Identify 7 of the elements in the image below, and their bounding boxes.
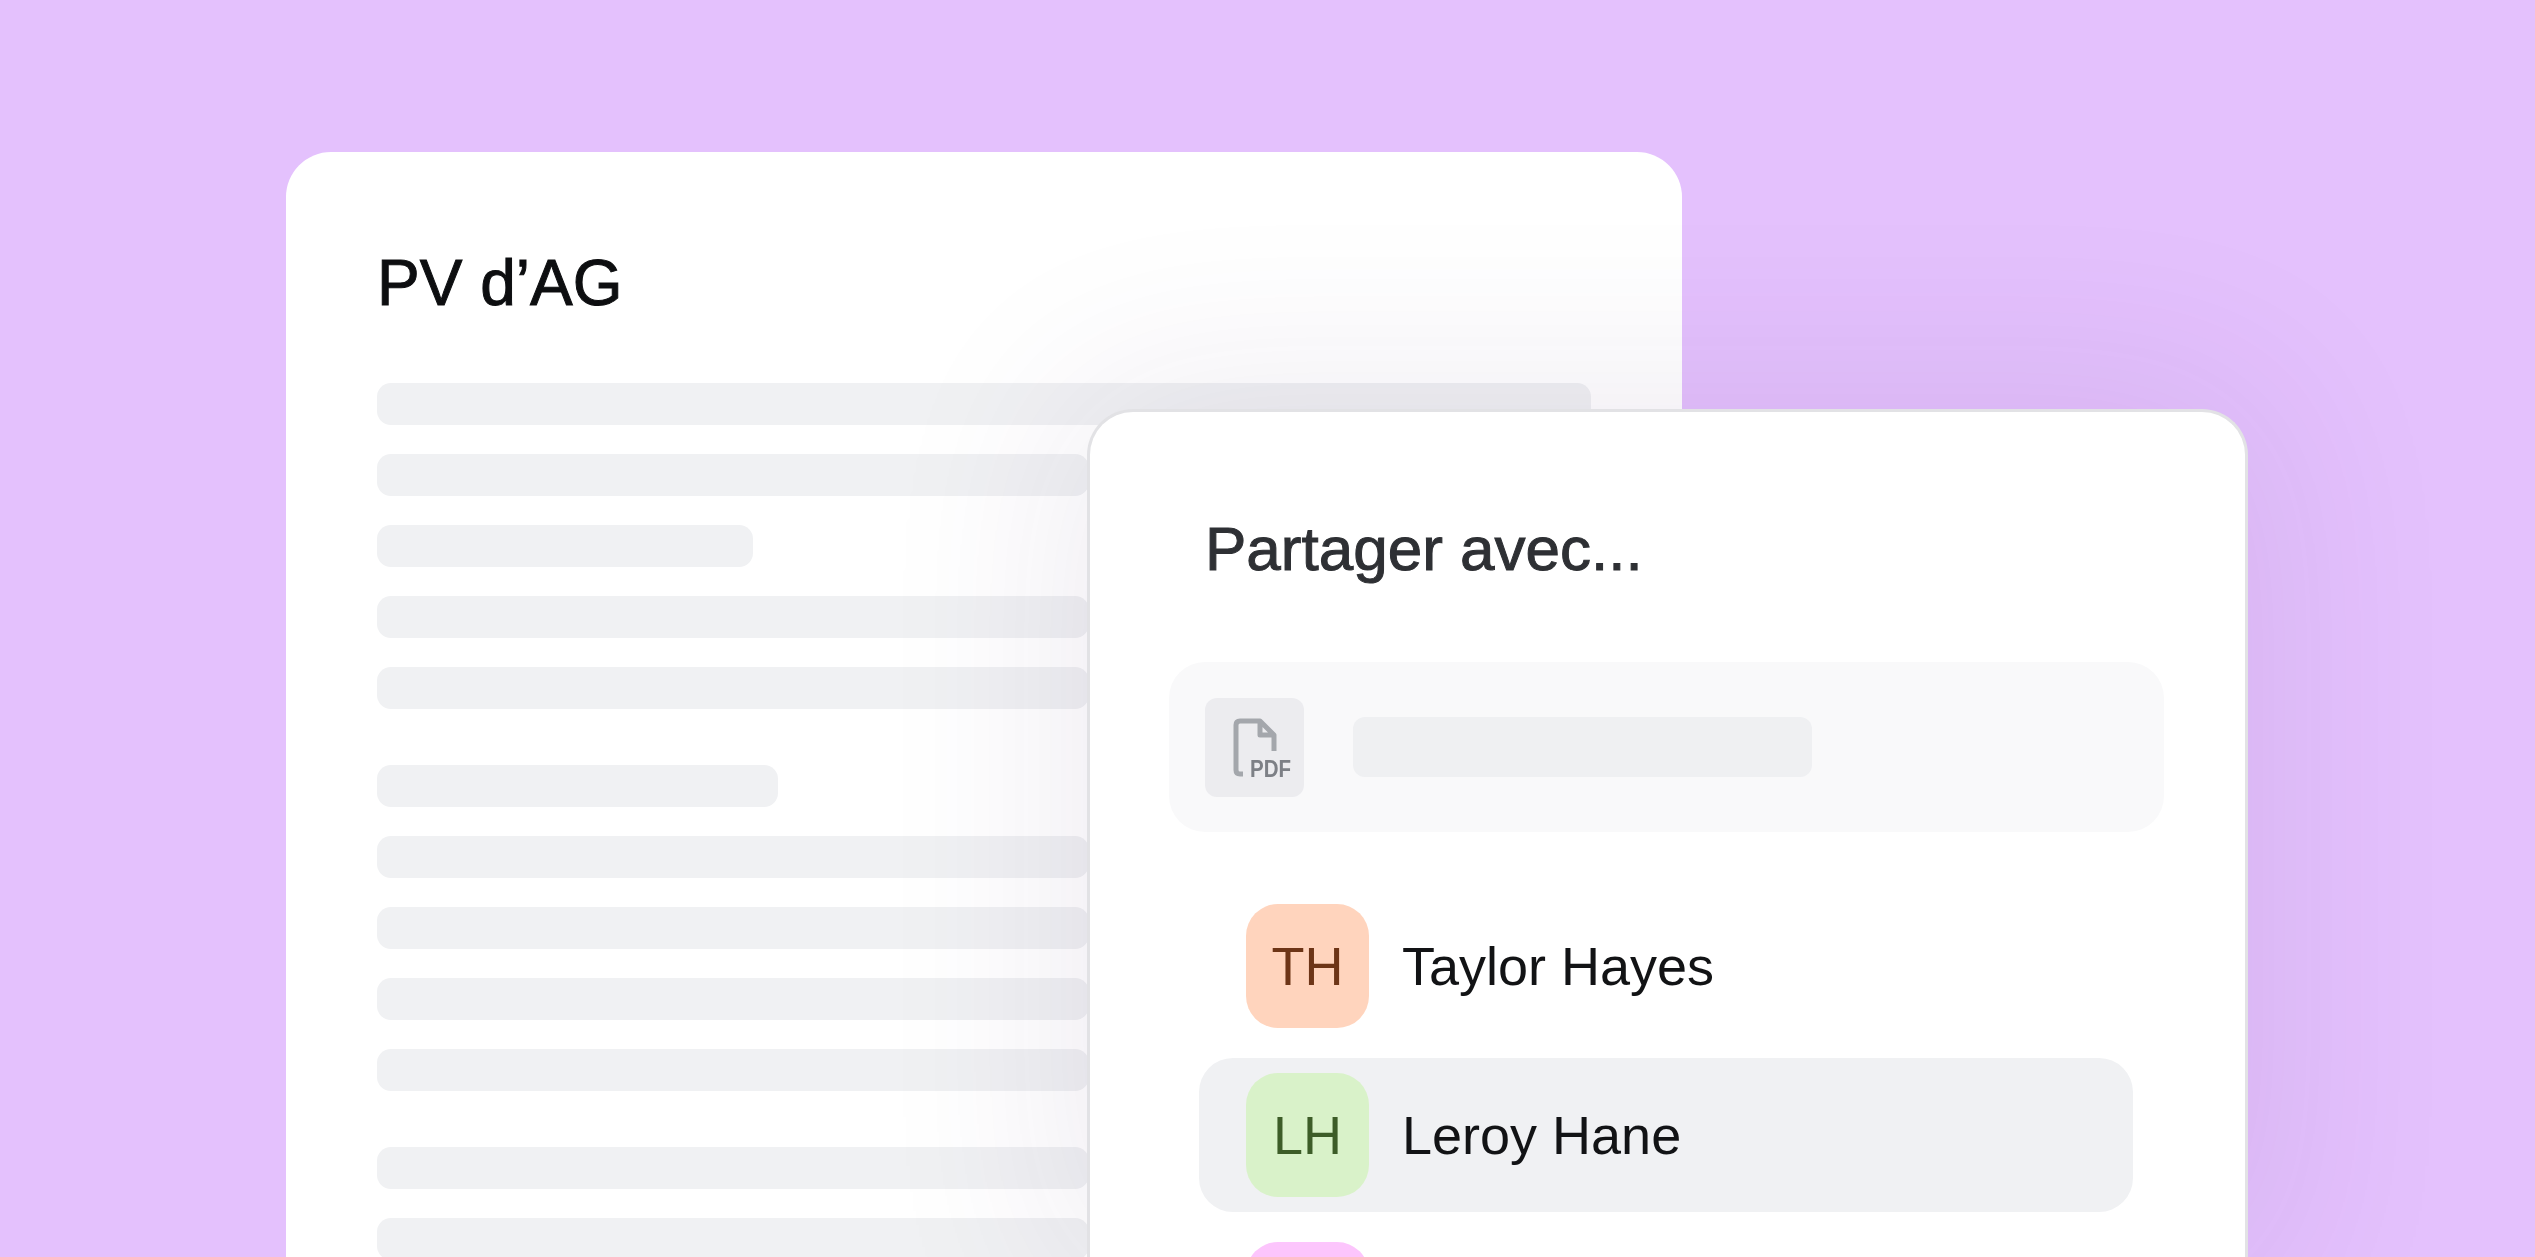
document-title: PV d’AG	[377, 249, 623, 317]
avatar: TH	[1246, 904, 1369, 1028]
contact-item[interactable]: LH Leroy Hane	[1199, 1058, 2133, 1212]
pdf-file-icon: PDF	[1205, 697, 1304, 797]
contact-item[interactable]: TH Taylor Hayes	[1199, 889, 2133, 1043]
avatar: LH	[1246, 1073, 1369, 1197]
dialog-title: Partager avec...	[1205, 516, 1643, 582]
